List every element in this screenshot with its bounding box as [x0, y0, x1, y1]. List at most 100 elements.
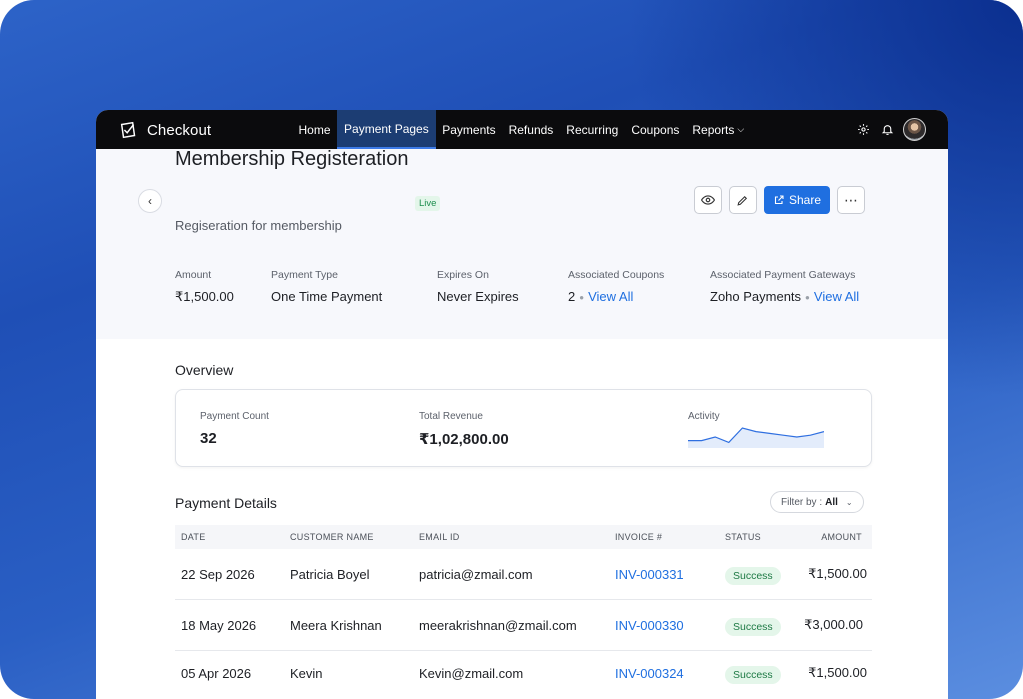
filter-value: All [825, 496, 838, 508]
cell-amount: ₹3,000.00 [804, 617, 863, 632]
invoice-link[interactable]: INV-000324 [615, 666, 684, 681]
cell-email: Kevin@zmail.com [419, 665, 524, 681]
meta-value: 2 ● View All [568, 289, 664, 304]
meta-amount: Amount ₹1,500.00 [175, 269, 234, 305]
status-badge: Success [725, 566, 781, 585]
activity-sparkline [688, 427, 824, 448]
avatar[interactable] [903, 118, 926, 141]
nav-recurring[interactable]: Recurring [560, 110, 625, 149]
payment-details-title: Payment Details [175, 495, 277, 511]
filter-dropdown[interactable]: Filter by : All ⌄ [770, 491, 864, 513]
payment-count: Payment Count 32 [200, 411, 269, 447]
meta-gateways: Associated Payment Gateways Zoho Payment… [710, 269, 859, 304]
status-badge: Success [725, 665, 781, 684]
filter-label: Filter by : [781, 496, 823, 508]
status-badge: Live [415, 196, 441, 211]
cell-customer: Kevin [290, 665, 323, 681]
pencil-icon [737, 195, 748, 206]
nav-payments[interactable]: Payments [436, 110, 502, 149]
meta-value: Never Expires [437, 289, 519, 304]
chevron-left-icon: ‹ [148, 194, 152, 208]
meta-value: One Time Payment [271, 289, 383, 304]
meta-label: Expires On [437, 269, 489, 281]
more-icon: ⋯ [844, 191, 858, 208]
share-icon [774, 195, 784, 205]
overview-card: Payment Count 32 Total Revenue ₹1,02,800… [175, 389, 872, 467]
cell-amount: ₹1,500.00 [808, 566, 867, 581]
column-header[interactable]: INVOICE # [615, 532, 662, 542]
nav-label: Refunds [508, 122, 554, 137]
preview-button[interactable] [693, 186, 722, 214]
cell-customer: Meera Krishnan [290, 617, 382, 633]
nav-coupons[interactable]: Coupons [625, 110, 686, 149]
gear-icon[interactable] [855, 122, 871, 138]
app-window: Checkout Home Payment Pages Payments Ref… [96, 110, 948, 699]
top-icons [847, 118, 926, 141]
meta-expires: Expires On Never Expires [437, 269, 519, 304]
cell-date: 05 Apr 2026 [181, 665, 252, 681]
chevron-down-icon: ⌄ [845, 497, 853, 507]
invoice-link[interactable]: INV-000330 [615, 618, 684, 633]
gateways-view-all-link[interactable]: View All [814, 289, 859, 304]
column-header[interactable]: STATUS [725, 532, 761, 542]
nav-home[interactable]: Home [292, 110, 337, 149]
page-header-section: ‹ [96, 149, 948, 339]
invoice-link[interactable]: INV-000331 [615, 567, 684, 582]
app-name: Checkout [147, 121, 212, 139]
column-header[interactable]: EMAIL ID [419, 532, 460, 542]
table-row[interactable]: 22 Sep 2026 Patricia Boyel patricia@zmai… [175, 549, 872, 600]
cell-amount: ₹1,500.00 [808, 665, 867, 680]
top-navbar: Checkout Home Payment Pages Payments Ref… [96, 110, 948, 149]
nav-label: Payments [442, 122, 496, 137]
checkout-logo-icon [120, 121, 136, 139]
share-button[interactable]: Share [763, 186, 830, 214]
cell-email: patricia@zmail.com [419, 566, 533, 582]
nav-label: Coupons [631, 122, 680, 137]
column-header[interactable]: CUSTOMER NAME [290, 532, 374, 542]
meta-label: Amount [175, 269, 212, 281]
cell-email: meerakrishnan@zmail.com [419, 617, 577, 633]
nav-label: Reports [692, 122, 735, 137]
payments-table: DATE CUSTOMER NAME EMAIL ID INVOICE # ST… [175, 525, 872, 695]
stat-label: Activity [688, 411, 720, 422]
edit-button[interactable] [728, 186, 757, 214]
cell-date: 18 May 2026 [181, 617, 257, 633]
more-options-button[interactable]: ⋯ [837, 186, 865, 214]
meta-label: Associated Coupons [568, 269, 665, 281]
bell-icon[interactable] [879, 122, 895, 138]
meta-coupons: Associated Coupons 2 ● View All [568, 269, 664, 304]
eye-icon [700, 195, 715, 205]
activity: Activity [688, 411, 720, 422]
main-nav: Home Payment Pages Payments Refunds Recu… [292, 110, 751, 149]
nav-label: Recurring [566, 122, 619, 137]
cell-date: 22 Sep 2026 [181, 566, 255, 582]
page-title: Membership Registeration [175, 148, 409, 170]
coupons-view-all-link[interactable]: View All [588, 289, 633, 304]
nav-payment-pages[interactable]: Payment Pages [337, 110, 436, 149]
meta-label: Associated Payment Gateways [710, 269, 856, 281]
table-row[interactable]: 18 May 2026 Meera Krishnan meerakrishnan… [175, 600, 872, 651]
stat-value: ₹1,02,800.00 [419, 431, 509, 448]
overview-title: Overview [175, 362, 234, 378]
column-header[interactable]: DATE [181, 532, 206, 542]
nav-label: Home [298, 122, 331, 137]
nav-reports[interactable]: Reports ⌵ [686, 110, 751, 149]
table-row[interactable]: 05 Apr 2026 Kevin Kevin@zmail.com INV-00… [175, 651, 872, 695]
gateway-name: Zoho Payments [710, 289, 802, 304]
coupons-count: 2 [568, 289, 576, 304]
column-header[interactable]: AMOUNT [821, 532, 862, 542]
stat-value: 32 [200, 430, 217, 447]
header-actions: Share ⋯ [687, 186, 865, 214]
brand-logo[interactable]: Checkout [118, 119, 211, 141]
separator-dot: ● [579, 293, 585, 303]
total-revenue: Total Revenue ₹1,02,800.00 [419, 411, 509, 448]
cell-customer: Patricia Boyel [290, 566, 370, 582]
meta-value: ₹1,500.00 [175, 289, 234, 304]
nav-refunds[interactable]: Refunds [502, 110, 560, 149]
back-button[interactable]: ‹ [138, 189, 162, 213]
meta-value: Zoho Payments ● View All [710, 289, 859, 304]
chevron-down-icon: ⌵ [737, 124, 745, 134]
page-subtitle: Regiseration for membership [175, 218, 342, 233]
nav-label: Payment Pages [344, 121, 429, 136]
meta-payment-type: Payment Type One Time Payment [271, 269, 382, 304]
